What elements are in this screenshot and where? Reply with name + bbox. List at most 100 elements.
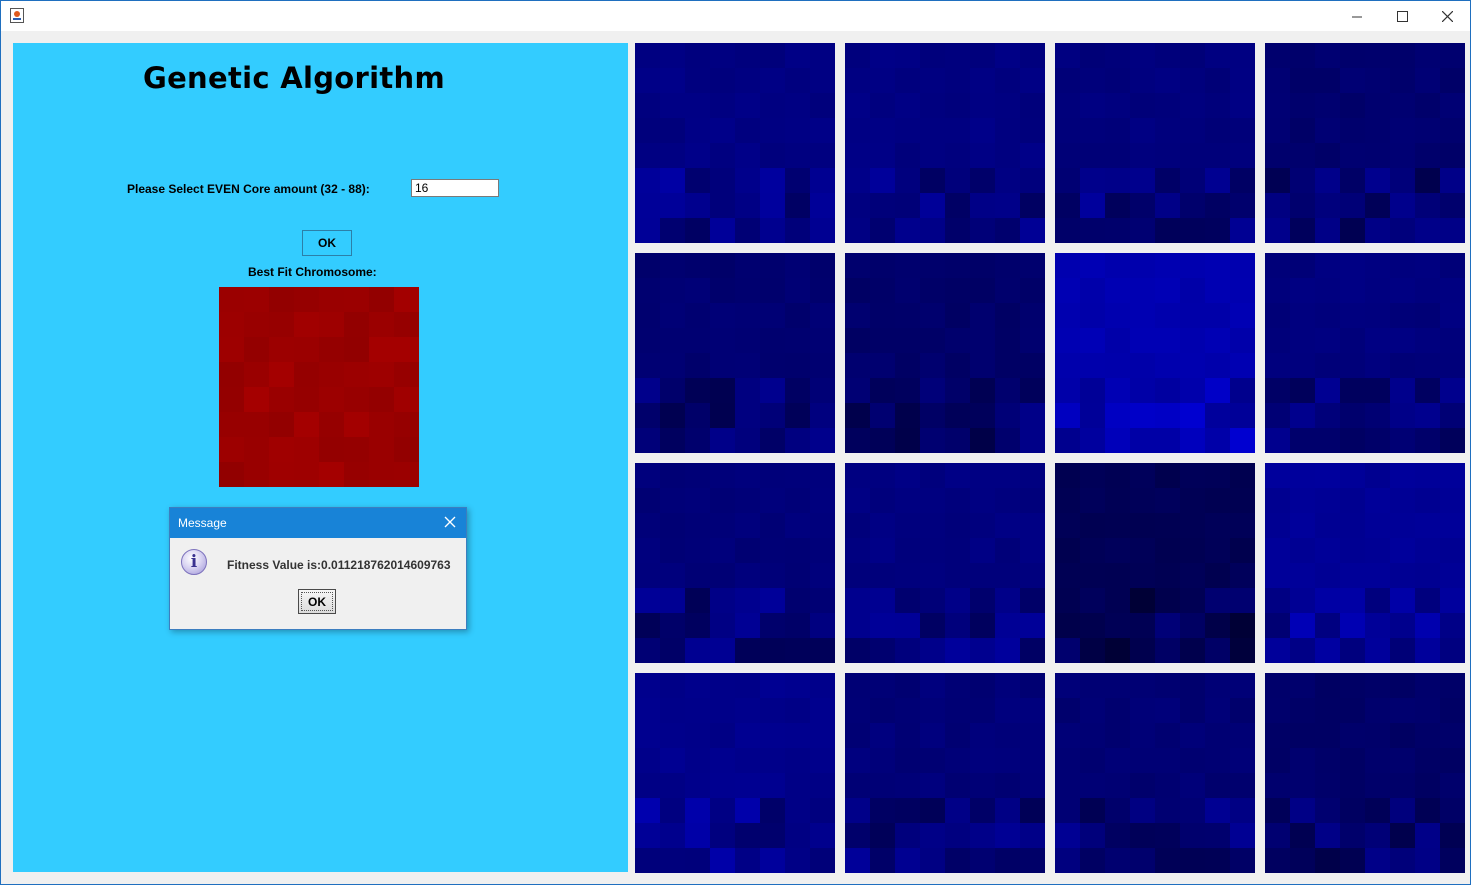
tile-cell (1205, 328, 1230, 353)
dialog-ok-button[interactable]: OK (298, 589, 336, 614)
core-amount-label: Please Select EVEN Core amount (32 - 88)… (127, 182, 370, 196)
tile-cell (760, 488, 785, 513)
tile-cell (870, 118, 895, 143)
tile-cell (1055, 218, 1080, 243)
tile-cell (635, 748, 660, 773)
tile-cell (660, 403, 685, 428)
minimize-button[interactable] (1334, 1, 1380, 31)
tile-cell (1130, 303, 1155, 328)
tile-cell (1290, 303, 1315, 328)
tile-cell (685, 353, 710, 378)
tile-cell (1340, 303, 1365, 328)
ok-button[interactable]: OK (302, 230, 352, 256)
tile-cell (870, 278, 895, 303)
tile-cell (685, 613, 710, 638)
tile-cell (685, 798, 710, 823)
tile-cell (635, 168, 660, 193)
tile-cell (1415, 68, 1440, 93)
maximize-button[interactable] (1379, 1, 1425, 31)
title-bar[interactable] (1, 1, 1470, 31)
tile-cell (685, 588, 710, 613)
tile-cell (845, 613, 870, 638)
java-app-icon[interactable] (10, 8, 24, 23)
close-icon[interactable] (442, 514, 458, 530)
tile-cell (1265, 723, 1290, 748)
tile-cell (1340, 748, 1365, 773)
tile-cell (970, 218, 995, 243)
tile-cell (920, 428, 945, 453)
tile-cell (895, 353, 920, 378)
tile-cell (845, 143, 870, 168)
chromosome-cell (344, 387, 369, 412)
tile-cell (1265, 638, 1290, 663)
tile-cell (945, 168, 970, 193)
chromosome-cell (394, 337, 419, 362)
tile-cell (810, 823, 835, 848)
chromosome-cell (344, 437, 369, 462)
tile-cell (1265, 253, 1290, 278)
tile-cell (1105, 773, 1130, 798)
tile-cell (1315, 638, 1340, 663)
message-dialog: Message i Fitness Value is:0.01121876201… (169, 507, 467, 630)
population-tile (1055, 253, 1255, 453)
tile-cell (1055, 588, 1080, 613)
tile-cell (785, 538, 810, 563)
tile-cell (945, 118, 970, 143)
tile-cell (1440, 538, 1465, 563)
tile-cell (1080, 43, 1105, 68)
dialog-title-bar[interactable]: Message (170, 508, 466, 538)
tile-cell (785, 143, 810, 168)
tile-cell (785, 278, 810, 303)
tile-cell (995, 143, 1020, 168)
close-button[interactable] (1424, 1, 1470, 31)
tile-cell (1130, 773, 1155, 798)
tile-cell (1440, 378, 1465, 403)
tile-cell (1265, 193, 1290, 218)
core-amount-input[interactable]: 16 (411, 179, 499, 197)
tile-cell (1290, 723, 1315, 748)
tile-cell (1415, 253, 1440, 278)
tile-cell (1020, 143, 1045, 168)
tile-cell (1180, 218, 1205, 243)
tile-cell (1340, 253, 1365, 278)
tile-cell (685, 253, 710, 278)
tile-cell (735, 748, 760, 773)
tile-cell (1020, 218, 1045, 243)
tile-cell (735, 848, 760, 873)
tile-cell (810, 673, 835, 698)
tile-cell (1180, 328, 1205, 353)
tile-cell (1205, 823, 1230, 848)
tile-cell (1180, 563, 1205, 588)
tile-cell (735, 823, 760, 848)
tile-cell (1290, 253, 1315, 278)
tile-cell (1415, 168, 1440, 193)
tile-cell (635, 588, 660, 613)
tile-cell (810, 218, 835, 243)
tile-cell (1265, 488, 1290, 513)
tile-cell (1155, 328, 1180, 353)
tile-cell (845, 278, 870, 303)
tile-cell (845, 378, 870, 403)
tile-cell (1020, 723, 1045, 748)
tile-cell (1440, 773, 1465, 798)
tile-cell (685, 488, 710, 513)
population-tile (635, 673, 835, 873)
tile-cell (1055, 253, 1080, 278)
tile-cell (845, 823, 870, 848)
tile-cell (1205, 588, 1230, 613)
tile-cell (710, 773, 735, 798)
tile-cell (685, 218, 710, 243)
tile-cell (635, 218, 660, 243)
tile-cell (1390, 43, 1415, 68)
tile-cell (685, 193, 710, 218)
tile-cell (1365, 463, 1390, 488)
tile-cell (1105, 253, 1130, 278)
tile-cell (1205, 93, 1230, 118)
tile-cell (735, 278, 760, 303)
tile-cell (735, 378, 760, 403)
tile-cell (1315, 278, 1340, 303)
tile-cell (785, 638, 810, 663)
tile-cell (1415, 378, 1440, 403)
tile-cell (1155, 748, 1180, 773)
tile-cell (845, 538, 870, 563)
